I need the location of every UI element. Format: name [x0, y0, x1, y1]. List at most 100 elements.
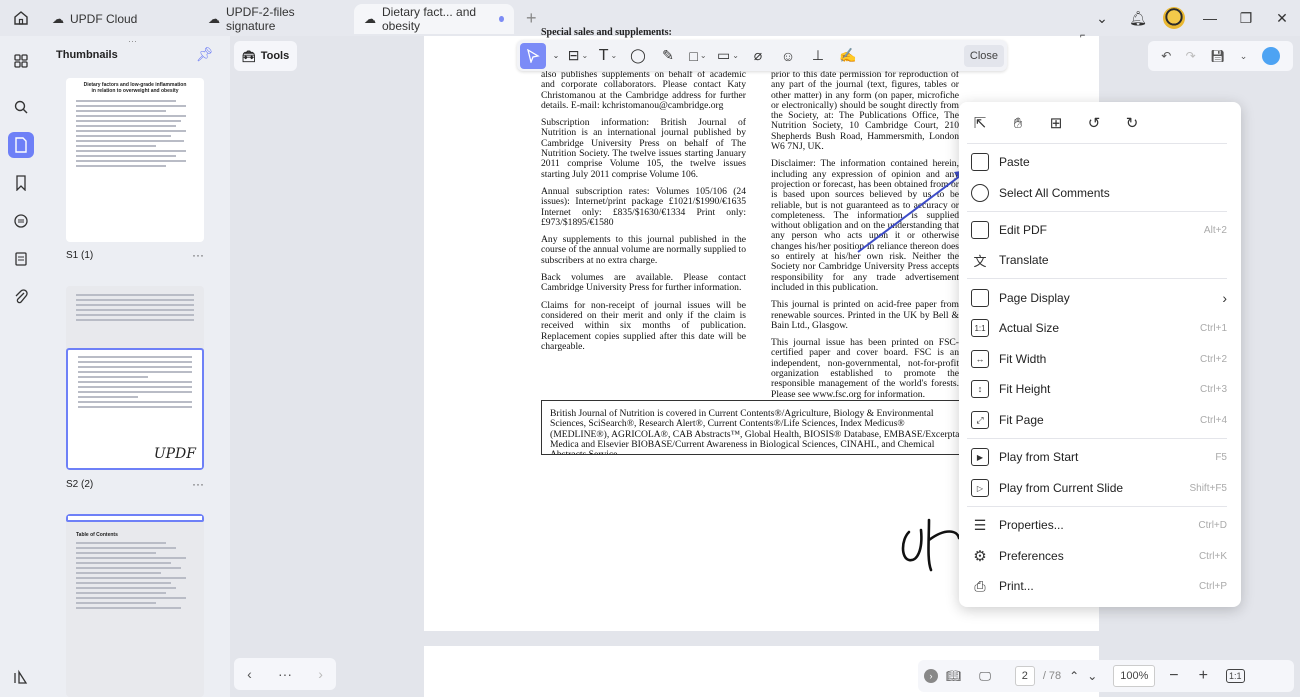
thumbnail-page-3[interactable]: Table of Contents	[66, 514, 204, 697]
minimize-icon[interactable]: —	[1192, 10, 1228, 26]
menu-item-select-all-comments[interactable]: Select All Comments	[967, 179, 1233, 207]
tab-label: UPDF Cloud	[70, 12, 138, 26]
select-tool-icon[interactable]	[520, 42, 546, 69]
comments-icon[interactable]	[8, 208, 34, 234]
more-icon[interactable]: ···	[278, 666, 292, 682]
close-icon[interactable]: ✕	[1264, 10, 1300, 27]
menu-item-translate[interactable]: 文 Translate	[967, 246, 1233, 274]
thumbnail-page-1[interactable]: Dietary factors and low-grade inflammati…	[66, 78, 204, 242]
rotate-left-icon[interactable]: ↺	[1083, 112, 1105, 134]
menu-label: Edit PDF	[999, 223, 1048, 237]
thumb-title-line: in relation to overweight and obesity	[91, 88, 179, 94]
page-number-input[interactable]: 2	[1014, 666, 1035, 686]
menu-shortcut: Ctrl+1	[1200, 322, 1227, 334]
chevron-left-icon[interactable]: ‹	[247, 666, 252, 682]
bell-icon[interactable]: 🔔︎	[1120, 10, 1156, 27]
cloud-icon: ☁	[364, 12, 376, 26]
menu-item-print[interactable]: ⎙ Print... Ctrl+P	[967, 572, 1233, 600]
menu-item-properties[interactable]: ☰ Properties... Ctrl+D	[967, 511, 1233, 539]
tab-dietary[interactable]: ☁ Dietary fact... and obesity	[354, 4, 514, 34]
tab-updf-cloud[interactable]: ☁ UPDF Cloud	[42, 4, 192, 34]
chevron-right-icon[interactable]: ›	[318, 666, 323, 682]
attach-tool-icon[interactable]: ⌀	[746, 43, 770, 69]
chevron-down-icon[interactable]: ⌄	[1087, 669, 1097, 683]
chevron-down-icon[interactable]: ⌄	[552, 43, 560, 69]
tools-button[interactable]: 🧰︎ Tools	[234, 41, 297, 71]
play-icon: ▶	[971, 448, 989, 466]
redo-icon[interactable]: ↷	[1186, 49, 1196, 63]
menu-item-play-current-slide[interactable]: ▷ Play from Current Slide Shift+F5	[967, 474, 1233, 502]
pages-icon[interactable]	[8, 246, 34, 272]
new-tab-icon[interactable]: +	[526, 8, 537, 29]
textbox-tool-icon[interactable]: ⊟ ⌄	[566, 43, 590, 69]
ai-assistant-icon[interactable]	[1261, 47, 1280, 65]
menu-shortcut: Ctrl+3	[1200, 383, 1227, 395]
pin-icon[interactable]: 📌︎	[196, 46, 214, 63]
rotate-right-icon[interactable]: ↻	[1121, 112, 1143, 134]
attachment-icon[interactable]	[8, 284, 34, 310]
menu-shortcut: F5	[1215, 451, 1227, 463]
chevron-down-icon[interactable]: ⌄	[1084, 10, 1120, 27]
thumbnail-page-2[interactable]: UPDF	[66, 286, 204, 470]
doc-paragraph: Subscription information: British Journa…	[541, 117, 746, 180]
tab-signature[interactable]: ☁ UPDF-2-files signature	[198, 4, 348, 34]
menu-label: Actual Size	[999, 321, 1060, 335]
undo-icon[interactable]: ↶	[1161, 49, 1171, 63]
search-icon[interactable]	[8, 94, 34, 120]
menu-item-paste[interactable]: Paste	[967, 148, 1233, 176]
more-icon[interactable]: ···	[192, 477, 204, 491]
unsaved-dot-icon	[499, 16, 504, 22]
bookmark-icon[interactable]	[8, 170, 34, 196]
measure-tool-icon[interactable]: ▭ ⌄	[716, 43, 740, 69]
sticker-tool-icon[interactable]: ☺	[776, 43, 800, 69]
signature-tool-icon[interactable]: ✍	[836, 43, 860, 69]
menu-label: Print...	[999, 579, 1034, 593]
slideshow-icon[interactable]: 🖵	[979, 669, 991, 684]
actual-size-icon[interactable]: 1:1	[1225, 669, 1245, 683]
add-page-icon[interactable]: ⊞	[1045, 112, 1067, 134]
grid-icon[interactable]	[8, 48, 34, 74]
drag-handle-icon[interactable]: ···	[128, 36, 137, 46]
maximize-icon[interactable]: ❐	[1228, 10, 1264, 27]
context-menu: ⇱ ✋︎ ⊞ ↺ ↻ Paste Select All Comments Edi…	[959, 102, 1241, 607]
page-total: / 78	[1042, 670, 1062, 682]
avatar[interactable]	[1156, 7, 1192, 29]
hand-icon[interactable]: ✋︎	[1007, 112, 1029, 134]
thumb-toc: Table of Contents	[76, 532, 118, 538]
reading-mode-icon[interactable]: 📖︎	[946, 669, 961, 683]
menu-item-fit-height[interactable]: ↕ Fit Height Ctrl+3	[967, 375, 1233, 403]
zoom-out-icon[interactable]: −	[1169, 667, 1178, 685]
more-icon[interactable]: ···	[192, 248, 204, 262]
collapse-icon[interactable]: ›	[924, 669, 938, 683]
doc-paragraph: Back volumes are available. Please conta…	[541, 272, 746, 294]
select-cursor-icon[interactable]: ⇱	[969, 112, 991, 134]
menu-item-actual-size[interactable]: 1:1 Actual Size Ctrl+1	[967, 314, 1233, 342]
zoom-in-icon[interactable]: +	[1199, 667, 1208, 685]
comment-tool-icon[interactable]: ◯	[626, 43, 650, 69]
shape-tool-icon[interactable]: □ ⌄	[686, 43, 710, 69]
thumb-title: Dietary factors and low-grade inflammati…	[66, 82, 204, 94]
menu-label: Select All Comments	[999, 186, 1110, 200]
menu-item-preferences[interactable]: ⚙ Preferences Ctrl+K	[967, 542, 1233, 570]
layers-icon[interactable]	[8, 664, 34, 690]
save-icon[interactable]: 💾︎	[1210, 49, 1225, 63]
menu-item-edit-pdf[interactable]: Edit PDF Alt+2	[967, 216, 1233, 244]
thumbnails-icon[interactable]	[8, 132, 34, 158]
menu-item-fit-page[interactable]: ⤢ Fit Page Ctrl+4	[967, 406, 1233, 434]
stamp-tool-icon[interactable]: ⊥	[806, 43, 830, 69]
zoom-level[interactable]: 100%	[1113, 665, 1156, 687]
pen-tool-icon[interactable]: ✎	[656, 43, 680, 69]
fit-page-icon: ⤢	[971, 411, 989, 429]
thumb-signature: UPDF	[153, 446, 196, 462]
toolbox-icon: 🧰︎	[241, 50, 256, 63]
close-toolbar-button[interactable]: Close	[963, 44, 1004, 67]
home-icon[interactable]	[0, 0, 42, 36]
chevron-up-icon[interactable]: ⌃	[1069, 669, 1079, 683]
chevron-down-icon[interactable]: ⌄	[1240, 51, 1248, 62]
text-tool-icon[interactable]: T ⌄	[596, 43, 620, 69]
menu-item-page-display[interactable]: Page Display ›	[967, 284, 1233, 312]
menu-item-play-from-start[interactable]: ▶ Play from Start F5	[967, 443, 1233, 471]
menu-shortcut: Ctrl+4	[1200, 414, 1227, 426]
signature-drawing[interactable]	[895, 510, 965, 580]
menu-item-fit-width[interactable]: ↔ Fit Width Ctrl+2	[967, 345, 1233, 373]
